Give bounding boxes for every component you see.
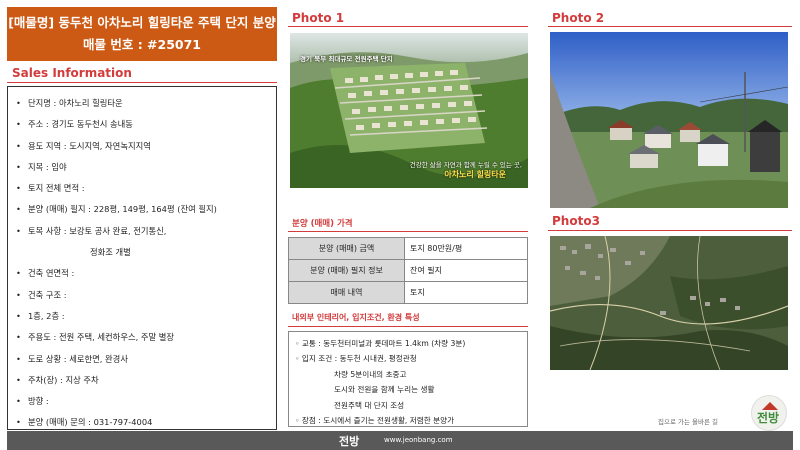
feature-line: 전원주택 대 단지 조성 — [334, 400, 405, 410]
feature-line: ◦ 교통 : 동두천터미널과 롯데마트 1.4km (차량 3분) — [295, 339, 466, 348]
price-row-value: 토지 80만원/평 — [404, 237, 528, 260]
price-row-key: 분양 (매매) 금액 — [288, 237, 405, 260]
sales-item: 용도 지역 : 도시지역, 자연녹지지역 — [16, 136, 270, 158]
footer-bar: 전방 www.jeonbang.com — [7, 431, 793, 450]
photo3-underline — [548, 230, 792, 231]
features-section-underline — [288, 326, 528, 327]
sales-item-continued: 정화조 개별 — [90, 247, 131, 258]
photo2-underline — [548, 26, 792, 27]
listing-number: 매물 번호 : #25071 — [82, 37, 201, 52]
photo2-village-image — [550, 32, 788, 208]
photo1-caption-top: 경기 북부 최대규모 전원주택 단지 — [300, 55, 393, 63]
sales-item: 주차(장) : 지상 주차 — [16, 370, 270, 392]
price-row-key: 분양 (매매) 필지 정보 — [288, 259, 405, 282]
price-row-value: 잔여 필지 — [404, 259, 528, 282]
sales-item: 단지명 : 아차노리 힐링타운 — [16, 93, 270, 115]
brand-logo-text: 전방 — [757, 411, 780, 425]
listing-header: [매물명] 동두천 아차노리 힐링타운 주택 단지 분양 매물 번호 : #25… — [7, 7, 277, 61]
footer-url[interactable]: www.jeonbang.com — [384, 436, 453, 444]
price-row-key: 매매 내역 — [288, 281, 405, 304]
photo2-title: Photo 2 — [552, 11, 605, 25]
sales-item: 건축 구조 : — [16, 285, 270, 307]
logo-slogan: 집으로 가는 올바른 길 — [658, 418, 719, 426]
listing-title: [매물명] 동두천 아차노리 힐링타운 주택 단지 분양 — [8, 15, 276, 30]
sales-item: 도로 상황 : 세로한면, 완경사 — [16, 349, 270, 371]
price-row-value: 토지 — [404, 281, 528, 304]
footer-brand: 전방 — [339, 435, 360, 448]
price-section-underline — [288, 231, 528, 232]
sales-item: 방향 : — [16, 391, 270, 413]
price-row: 분양 (매매) 금액 토지 80만원/평 — [288, 237, 528, 260]
sales-item: 지목 : 임야 — [16, 157, 270, 179]
photo1-title: Photo 1 — [292, 11, 345, 25]
photo1-caption-name: 아차노리 힐링타운 — [444, 170, 506, 179]
sales-item: 주용도 : 전원 주택, 세컨하우스, 주말 별장 — [16, 327, 270, 349]
sales-info-underline — [7, 82, 277, 83]
sales-info-box: 단지명 : 아차노리 힐링타운 주소 : 경기도 동두천시 송내동 용도 지역 … — [7, 86, 277, 434]
feature-line: ◦ 장점 : 도시에서 즐기는 전원생활, 저렴한 분양가 — [295, 415, 455, 425]
sales-info-title: Sales Information — [12, 66, 132, 80]
sales-item: 분양 (매매) 필지 : 228평, 149평, 164평 (잔여 필지) — [16, 199, 270, 221]
price-table: 분양 (매매) 금액 토지 80만원/평 분양 (매매) 필지 정보 잔여 필지… — [288, 237, 528, 304]
sales-item: 1층, 2층 : — [16, 306, 270, 328]
village-photo-graphic — [550, 32, 788, 208]
price-section-title: 분양 (매매) 가격 — [292, 219, 353, 229]
photo1-caption-sub: 건강한 삶을 자연과 함께 누릴 수 있는 곳, — [409, 161, 522, 169]
sales-item: 토목 사항 : 보강토 공사 완료, 전기통신, — [16, 221, 270, 243]
photo3-satellite-map — [550, 236, 788, 370]
feature-line: 차량 5분이내의 초중고 — [334, 369, 407, 379]
features-section-title: 내외부 인테리어, 입지조건, 환경 특성 — [292, 313, 420, 322]
feature-line: ◦ 입지 조건 : 동두천 시내권, 평정관청 — [295, 354, 417, 364]
sales-item: 건축 연면적 : — [16, 263, 270, 285]
sales-item: 토지 전체 면적 : — [16, 178, 270, 200]
features-box: ◦ 교통 : 동두천터미널과 롯데마트 1.4km (차량 3분) ◦ 입지 조… — [288, 331, 528, 427]
sales-item: 주소 : 경기도 동두천시 송내동 — [16, 114, 270, 136]
price-row: 분양 (매매) 필지 정보 잔여 필지 — [288, 259, 528, 282]
brand-logo: 전방 — [751, 395, 787, 431]
photo1-aerial-image: 경기 북부 최대규모 전원주택 단지 건강한 삶을 자연과 함께 누릴 수 있는… — [290, 33, 528, 188]
feature-line: 도시와 전원을 함께 누리는 생활 — [334, 385, 435, 395]
price-row: 매매 내역 토지 — [288, 281, 528, 304]
satellite-map-graphic — [550, 236, 788, 370]
photo3-title: Photo3 — [552, 214, 600, 228]
photo1-underline — [288, 26, 528, 27]
